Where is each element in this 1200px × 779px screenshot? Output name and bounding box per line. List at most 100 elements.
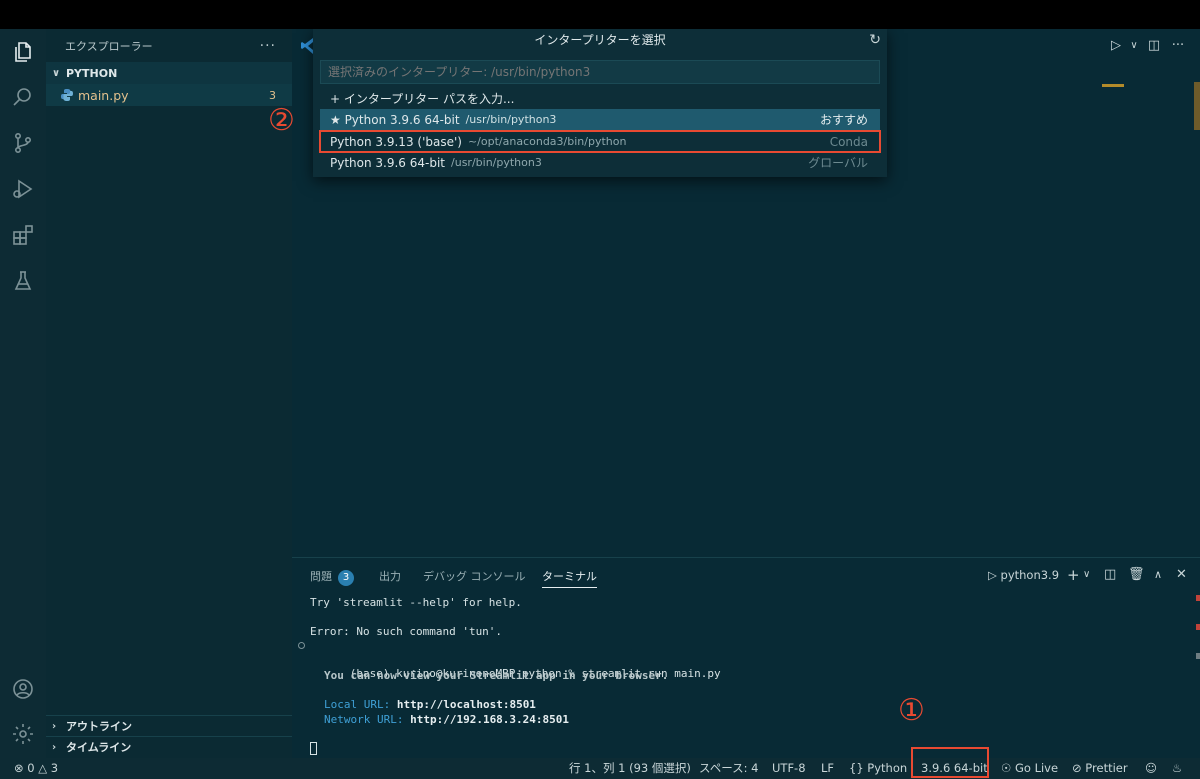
interpreter-tag: おすすめ — [819, 113, 868, 127]
scroll-marker — [1196, 624, 1200, 630]
explorer-icon[interactable] — [9, 38, 37, 66]
quick-pick-title-text: インタープリターを選択 — [534, 33, 666, 47]
problems-count-badge: 3 — [338, 570, 354, 586]
interpreter-item-global[interactable]: Python 3.9.6 64-bit /usr/bin/python3 グロー… — [320, 152, 880, 173]
bottom-panel: 問題 3 出力 デバッグ コンソール ターミナル ▷ python3.9 + ∨ … — [292, 557, 1200, 758]
quick-pick-title: インタープリターを選択 ↻ — [313, 29, 887, 52]
more-actions-icon[interactable]: ··· — [1170, 38, 1186, 54]
error-count: 0 — [27, 761, 35, 775]
refresh-icon[interactable]: ↻ — [869, 32, 881, 48]
local-url-link[interactable]: http://localhost:8501 — [397, 698, 536, 711]
more-actions-icon[interactable]: ··· — [260, 38, 276, 54]
terminal-cursor — [310, 742, 317, 755]
network-url-link[interactable]: http://192.168.3.24:8501 — [410, 713, 569, 726]
terminal-name: python3.9 — [1000, 568, 1060, 582]
prettier-status[interactable]: ⊘ Prettier — [1072, 761, 1128, 776]
maximize-panel-chevron-icon[interactable]: ∧ — [1154, 567, 1162, 583]
error-icon: ⊗ — [14, 761, 24, 775]
chevron-right-icon: › — [52, 720, 57, 732]
outline-section[interactable]: › アウトライン — [46, 715, 292, 736]
timeline-label: タイムライン — [66, 741, 132, 754]
terminal-icon: ▷ — [988, 568, 997, 582]
command-decoration-icon — [298, 642, 305, 649]
file-name: main.py — [78, 87, 129, 103]
interpreter-item-conda[interactable]: Python 3.9.13 ('base') ~/opt/anaconda3/b… — [319, 130, 881, 153]
account-icon[interactable] — [9, 675, 37, 703]
explorer-header: エクスプローラー ··· — [46, 29, 292, 62]
cursor-position[interactable]: 行 1、列 1 (93 個選択) — [569, 761, 691, 776]
interpreter-path: /usr/bin/python3 — [465, 113, 557, 126]
python-file-icon — [61, 89, 73, 101]
go-live-status[interactable]: ☉ Go Live — [1001, 761, 1058, 776]
language-mode[interactable]: {} Python — [849, 761, 907, 776]
scroll-marker — [1196, 653, 1200, 659]
local-url-label: Local URL: — [324, 698, 397, 711]
warning-count: 3 — [50, 761, 59, 775]
window-top-bar — [0, 0, 1200, 29]
terminal-prompt-line: (base) kurino@kurinonoMBP python % strea… — [298, 639, 721, 680]
terminal-line: You can now view your Streamlit app in y… — [324, 669, 669, 682]
end-of-line[interactable]: LF — [821, 761, 834, 776]
braces-icon: {} — [849, 761, 864, 775]
tab-problems[interactable]: 問題 3 — [310, 568, 354, 588]
run-debug-icon[interactable] — [9, 175, 37, 203]
interpreter-item-recommended[interactable]: ★ Python 3.9.6 64-bit /usr/bin/python3 お… — [320, 109, 880, 130]
tab-terminal[interactable]: ターミナル — [542, 568, 597, 588]
trash-icon[interactable]: 🗑 — [1128, 567, 1145, 583]
interpreter-label: Python 3.9.6 64-bit — [330, 155, 446, 170]
testing-flask-icon[interactable] — [9, 267, 37, 295]
panel-tabs: 問題 3 出力 デバッグ コンソール ターミナル ▷ python3.9 + ∨ … — [292, 558, 1200, 592]
chevron-down-icon: ∨ — [52, 67, 61, 79]
interpreter-filter-input[interactable] — [320, 60, 880, 84]
notifications-bell-icon[interactable]: ♨ — [1172, 761, 1182, 776]
outline-label: アウトライン — [66, 720, 132, 733]
enter-path-label: + インタープリター パスを入力... — [330, 92, 515, 106]
enter-interpreter-path-item[interactable]: + インタープリター パスを入力... — [320, 88, 880, 109]
folder-python[interactable]: ∨ PYTHON — [46, 62, 292, 84]
close-panel-icon[interactable]: ✕ — [1176, 567, 1187, 583]
terminal-selector[interactable]: ▷ python3.9 — [988, 567, 1059, 583]
source-control-icon[interactable] — [9, 129, 37, 157]
problems-status[interactable]: ⊗ 0 △ 3 — [14, 761, 58, 776]
select-interpreter-quick-pick: インタープリターを選択 ↻ + インタープリター パスを入力... ★ Pyth… — [313, 29, 887, 177]
annotation-two: ② — [268, 103, 295, 138]
prettier-disabled-icon: ⊘ — [1072, 761, 1082, 775]
interpreter-path: /usr/bin/python3 — [451, 156, 542, 169]
annotation-one: ① — [898, 693, 925, 728]
new-terminal-icon[interactable]: + — [1067, 567, 1080, 583]
status-bar: ⊗ 0 △ 3 行 1、列 1 (93 個選択) スペース: 4 UTF-8 L… — [0, 758, 1200, 779]
run-python-icon[interactable]: ▷ — [1108, 38, 1124, 54]
split-terminal-icon[interactable]: ◫ — [1104, 567, 1116, 583]
tab-debug-console[interactable]: デバッグ コンソール — [423, 568, 526, 588]
interpreter-path: ~/opt/anaconda3/bin/python — [467, 135, 627, 148]
broadcast-icon: ☉ — [1001, 761, 1012, 775]
tab-problems-label: 問題 — [310, 570, 332, 583]
go-live-label: Go Live — [1014, 761, 1059, 775]
extensions-icon[interactable] — [9, 221, 37, 249]
terminal-line: Error: No such command 'tun'. — [310, 625, 503, 638]
editor-scrollbar[interactable] — [1194, 82, 1200, 130]
tab-output[interactable]: 出力 — [379, 568, 401, 588]
file-main-py[interactable]: main.py 3 — [46, 84, 292, 106]
local-url-line: Local URL: http://localhost:8501 — [324, 698, 536, 712]
timeline-section[interactable]: › タイムライン — [46, 736, 292, 757]
interpreter-tag: Conda — [829, 134, 868, 149]
search-icon[interactable] — [9, 83, 37, 111]
folder-label: PYTHON — [66, 66, 118, 80]
language-label: Python — [867, 761, 908, 775]
interpreter-tag: グローバル — [808, 156, 868, 170]
interpreter-highlight-box — [911, 747, 989, 778]
indentation[interactable]: スペース: 4 — [699, 761, 758, 776]
terminal-dropdown-chevron-icon[interactable]: ∨ — [1083, 567, 1090, 583]
activity-bar — [0, 29, 46, 758]
minimap-marker — [1102, 84, 1124, 87]
settings-gear-icon[interactable] — [9, 720, 37, 748]
run-dropdown-chevron-icon[interactable]: ∨ — [1126, 38, 1142, 54]
warning-icon: △ — [38, 761, 48, 775]
feedback-icon[interactable]: ☺ — [1145, 761, 1157, 776]
encoding[interactable]: UTF-8 — [772, 761, 806, 776]
prettier-label: Prettier — [1085, 761, 1128, 775]
network-url-label: Network URL: — [324, 713, 411, 726]
split-editor-icon[interactable]: ◫ — [1146, 38, 1162, 54]
interpreter-label: ★ Python 3.9.6 64-bit — [330, 112, 460, 127]
